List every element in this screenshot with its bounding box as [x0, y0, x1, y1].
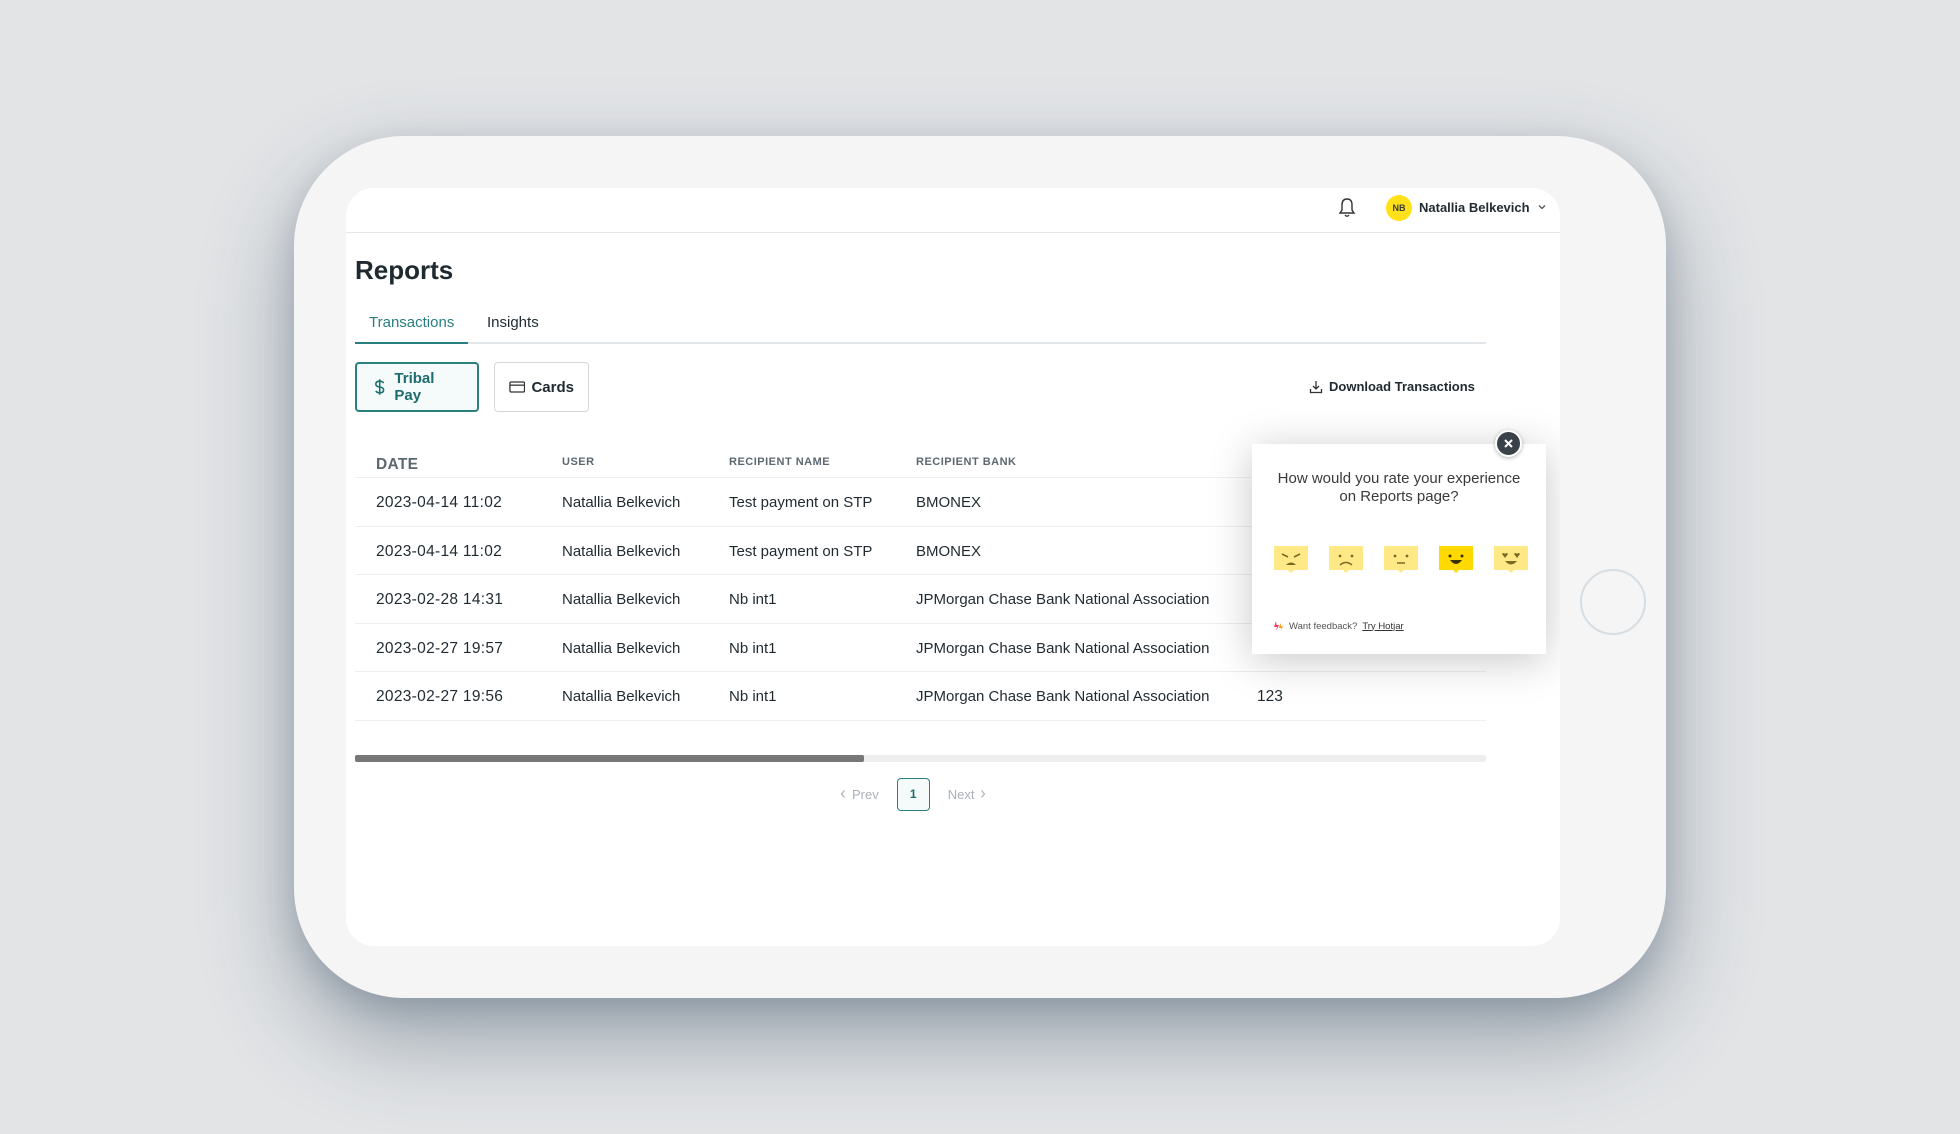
download-icon: [1309, 380, 1323, 393]
header-recipient-bank[interactable]: RECIPIENT BANK: [916, 456, 1017, 468]
prev-page-button[interactable]: Prev: [839, 787, 879, 802]
cell-bank: JPMorgan Chase Bank National Association: [916, 639, 1210, 657]
cell-date: 2023-02-28 14:31: [376, 591, 504, 609]
hotjar-logo-icon: [1274, 621, 1283, 631]
notification-bell-icon[interactable]: [1337, 197, 1357, 219]
cell-recipient: Nb int1: [729, 591, 777, 609]
cards-label: Cards: [531, 378, 574, 396]
cell-user: Natallia Belkevich: [562, 688, 681, 706]
tab-insights[interactable]: Insights: [473, 308, 553, 344]
cell-bank: JPMorgan Chase Bank National Association: [916, 591, 1210, 609]
download-transactions-button[interactable]: Download Transactions: [1309, 379, 1475, 394]
close-icon: [1504, 439, 1513, 448]
tribal-pay-toggle-button[interactable]: Tribal Pay: [355, 362, 479, 412]
angry-face-icon[interactable]: [1272, 544, 1310, 574]
scrollbar-thumb[interactable]: [355, 755, 864, 762]
cell-date: 2023-04-14 11:02: [376, 542, 503, 560]
happy-face-icon[interactable]: [1437, 544, 1475, 574]
cell-recipient: Test payment on STP: [729, 494, 873, 511]
page-number-button[interactable]: 1: [896, 777, 930, 811]
horizontal-scrollbar[interactable]: [355, 755, 1486, 762]
chevron-down-icon[interactable]: [1536, 201, 1548, 213]
feedback-footer-text: Want feedback?: [1289, 620, 1358, 632]
download-label: Download Transactions: [1329, 379, 1475, 394]
app-screen: NB Natallia Belkevich Reports Transactio…: [346, 188, 1560, 946]
rating-faces: [1272, 544, 1532, 574]
user-name[interactable]: Natallia Belkevich: [1419, 200, 1530, 215]
dollar-icon: [375, 379, 385, 395]
cell-recipient: Test payment on STP: [729, 542, 873, 560]
feedback-popup: How would you rate your experience on Re…: [1252, 444, 1546, 654]
cell-user: Natallia Belkevich: [562, 494, 681, 511]
cell-bank: JPMorgan Chase Bank National Association: [916, 688, 1210, 706]
cell-bank: BMONEX: [916, 542, 982, 560]
love-face-icon[interactable]: [1492, 544, 1530, 574]
neutral-face-icon[interactable]: [1382, 544, 1420, 574]
chevron-left-icon: [840, 790, 845, 798]
feedback-question: How would you rate your experience on Re…: [1277, 470, 1521, 505]
cards-toggle-button[interactable]: Cards: [494, 362, 589, 412]
top-bar: NB Natallia Belkevich: [346, 188, 1560, 233]
cell-date: 2023-02-27 19:57: [376, 639, 504, 657]
cell-user: Natallia Belkevich: [562, 591, 681, 609]
avatar[interactable]: NB: [1386, 195, 1412, 221]
cell-user: Natallia Belkevich: [562, 542, 681, 560]
cell-bank: BMONEX: [916, 494, 982, 511]
cell-user: Natallia Belkevich: [562, 639, 681, 657]
cell-recipient: Nb int1: [729, 639, 777, 657]
pagination: Prev 1 Next: [839, 777, 988, 811]
header-user[interactable]: USER: [562, 456, 595, 468]
cell-amount: 123: [1257, 688, 1283, 706]
cell-date: 2023-04-14 11:02: [376, 494, 503, 511]
credit-card-icon: [509, 381, 526, 393]
try-hotjar-link[interactable]: Try Hotjar: [1362, 621, 1403, 632]
page-title: Reports: [355, 255, 454, 285]
feedback-close-button[interactable]: [1495, 430, 1522, 457]
tribal-pay-label: Tribal Pay: [394, 370, 435, 404]
sad-face-icon[interactable]: [1327, 544, 1365, 574]
next-label: Next: [947, 786, 975, 802]
next-page-button[interactable]: Next: [948, 787, 988, 802]
chevron-right-icon: [981, 790, 986, 798]
header-recipient-name[interactable]: RECIPIENT NAME: [729, 456, 830, 468]
tablet-device-frame: NB Natallia Belkevich Reports Transactio…: [294, 136, 1666, 998]
tab-bar: Transactions Insights: [355, 308, 1486, 344]
cell-recipient: Nb int1: [729, 688, 777, 706]
feedback-footer: Want feedback? Try Hotjar: [1272, 620, 1404, 632]
prev-label: Prev: [852, 786, 879, 802]
tab-transactions[interactable]: Transactions: [355, 308, 469, 344]
table-row[interactable]: 2023-02-27 19:56 Natallia Belkevich Nb i…: [355, 672, 1486, 721]
cell-date: 2023-02-27 19:56: [376, 688, 504, 706]
home-button[interactable]: [1580, 569, 1646, 635]
header-date[interactable]: DATE: [376, 456, 418, 474]
